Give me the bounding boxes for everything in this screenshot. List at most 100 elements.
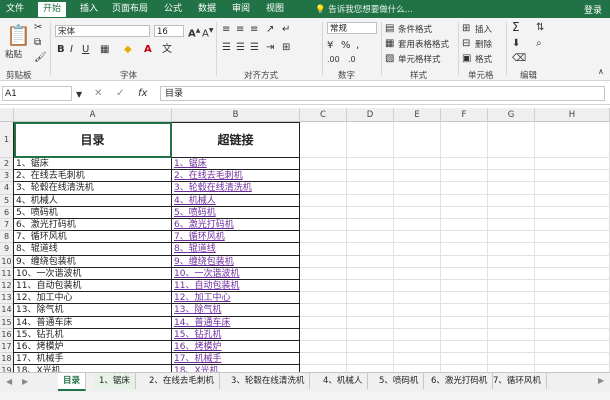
cell[interactable] — [347, 328, 394, 341]
cell[interactable] — [394, 219, 441, 232]
cell-hyperlink[interactable]: 11、自动包装机 — [172, 280, 300, 293]
column-header-h[interactable]: H — [535, 108, 610, 122]
cell[interactable] — [488, 158, 535, 171]
cell-hyperlink[interactable]: 2、在线去毛刺机 — [172, 170, 300, 183]
row-header[interactable]: 5 — [0, 194, 14, 207]
cell[interactable] — [441, 328, 488, 341]
cell[interactable] — [535, 219, 610, 232]
cell-hyperlink[interactable]: 17、机械手 — [172, 353, 300, 366]
currency-icon[interactable]: ¥ — [327, 40, 333, 51]
sheet-tab-catalog[interactable]: 目录 — [58, 373, 87, 391]
sheet-tab[interactable]: 7、循环风机 — [488, 373, 547, 389]
cell[interactable] — [488, 182, 535, 195]
row-header[interactable]: 11 — [0, 267, 14, 280]
cell-hyperlink[interactable]: 4、机械人 — [172, 194, 300, 207]
cell-hyperlink[interactable]: 1、锯床 — [172, 158, 300, 171]
row-header[interactable]: 3 — [0, 170, 14, 183]
cell-catalog-item[interactable]: 13、除气机 — [14, 304, 172, 317]
cell[interactable] — [394, 170, 441, 183]
sheet-tab[interactable]: 2、在线去毛刺机 — [144, 373, 220, 389]
cell-catalog-item[interactable]: 17、机械手 — [14, 353, 172, 366]
cell[interactable] — [394, 328, 441, 341]
shrink-font-icon[interactable]: A▼ — [202, 25, 213, 39]
cell[interactable] — [347, 158, 394, 171]
format-cells-button[interactable]: 格式 — [475, 53, 492, 65]
cell[interactable] — [535, 304, 610, 317]
cell[interactable] — [488, 255, 535, 268]
tell-me-search[interactable]: 💡 告诉我您想要做什么... — [315, 3, 413, 15]
cell[interactable] — [300, 158, 347, 171]
cell[interactable] — [488, 243, 535, 256]
cell[interactable] — [394, 231, 441, 244]
cell[interactable] — [488, 206, 535, 219]
cell-hyperlink[interactable]: 13、除气机 — [172, 304, 300, 317]
wrap-text-icon[interactable]: ↵ — [282, 24, 290, 35]
cell[interactable] — [347, 182, 394, 195]
cell[interactable] — [488, 280, 535, 293]
cell[interactable] — [535, 122, 610, 158]
insert-function-icon[interactable]: fx — [138, 88, 147, 99]
column-header-e[interactable]: E — [394, 108, 441, 122]
cell[interactable] — [535, 231, 610, 244]
name-box-dropdown-icon[interactable]: ▼ — [76, 89, 82, 100]
cell-hyperlink[interactable]: 9、缠绕包装机 — [172, 255, 300, 268]
cell-hyperlink[interactable]: 15、钻孔机 — [172, 328, 300, 341]
cell-style-button[interactable]: 单元格样式 — [398, 53, 441, 65]
scroll-tabs-icon[interactable]: ▶ — [598, 375, 604, 386]
cell[interactable] — [347, 206, 394, 219]
align-bottom-icon[interactable]: ≡ — [250, 24, 258, 35]
grow-font-icon[interactable]: A▲ — [188, 25, 200, 39]
font-size-select[interactable]: 16 — [154, 25, 184, 37]
italic-icon[interactable]: I — [70, 44, 73, 55]
cell[interactable] — [488, 316, 535, 329]
number-format-select[interactable]: 常规 — [327, 22, 377, 34]
cell[interactable] — [441, 182, 488, 195]
cell[interactable] — [300, 243, 347, 256]
cell-catalog-item[interactable]: 15、钻孔机 — [14, 328, 172, 341]
cell[interactable] — [488, 122, 535, 158]
fill-icon[interactable]: ⬇ — [512, 38, 520, 49]
cell[interactable] — [488, 292, 535, 305]
cell[interactable] — [300, 219, 347, 232]
row-header[interactable]: 8 — [0, 231, 14, 244]
cell[interactable] — [347, 255, 394, 268]
cell[interactable] — [535, 267, 610, 280]
cell[interactable] — [535, 194, 610, 207]
align-top-icon[interactable]: ≡ — [222, 24, 230, 35]
cell[interactable] — [535, 328, 610, 341]
column-header-b[interactable]: B — [172, 108, 300, 122]
sheet-tab[interactable]: 4、机械人 — [318, 373, 369, 389]
wen-icon[interactable]: 文 — [162, 44, 172, 55]
cell[interactable] — [441, 316, 488, 329]
cell-catalog-item[interactable]: 2、在线去毛刺机 — [14, 170, 172, 183]
clear-icon[interactable]: ⌫ — [512, 53, 526, 64]
cell[interactable] — [441, 353, 488, 366]
cell-catalog-item[interactable]: 7、循环风机 — [14, 231, 172, 244]
cell[interactable] — [347, 353, 394, 366]
cell[interactable] — [300, 255, 347, 268]
cell-hyperlink[interactable]: 6、激光打码机 — [172, 219, 300, 232]
cell[interactable] — [347, 292, 394, 305]
cell[interactable] — [347, 316, 394, 329]
prev-sheet-icon[interactable]: ◀ — [6, 376, 12, 387]
cell[interactable] — [394, 255, 441, 268]
cell-hyperlink[interactable]: 8、辊道线 — [172, 243, 300, 256]
cell[interactable] — [535, 182, 610, 195]
cell-catalog-item[interactable]: 12、加工中心 — [14, 292, 172, 305]
cell[interactable] — [394, 182, 441, 195]
row-header[interactable]: 10 — [0, 255, 14, 268]
cell[interactable] — [394, 304, 441, 317]
cell[interactable] — [535, 280, 610, 293]
copy-icon[interactable]: ⧉ — [34, 37, 41, 48]
orientation-icon[interactable]: ↗ — [266, 24, 274, 35]
cell[interactable] — [488, 341, 535, 354]
delete-cells-button[interactable]: 删除 — [475, 38, 492, 50]
cell[interactable] — [394, 353, 441, 366]
paste-icon[interactable]: 📋 — [6, 24, 31, 46]
column-header-d[interactable]: D — [347, 108, 394, 122]
underline-icon[interactable]: U — [82, 44, 89, 55]
cell[interactable] — [394, 316, 441, 329]
cell[interactable] — [300, 353, 347, 366]
cell-catalog-item[interactable]: 3、轮毂在线清洗机 — [14, 182, 172, 195]
cell[interactable] — [300, 328, 347, 341]
